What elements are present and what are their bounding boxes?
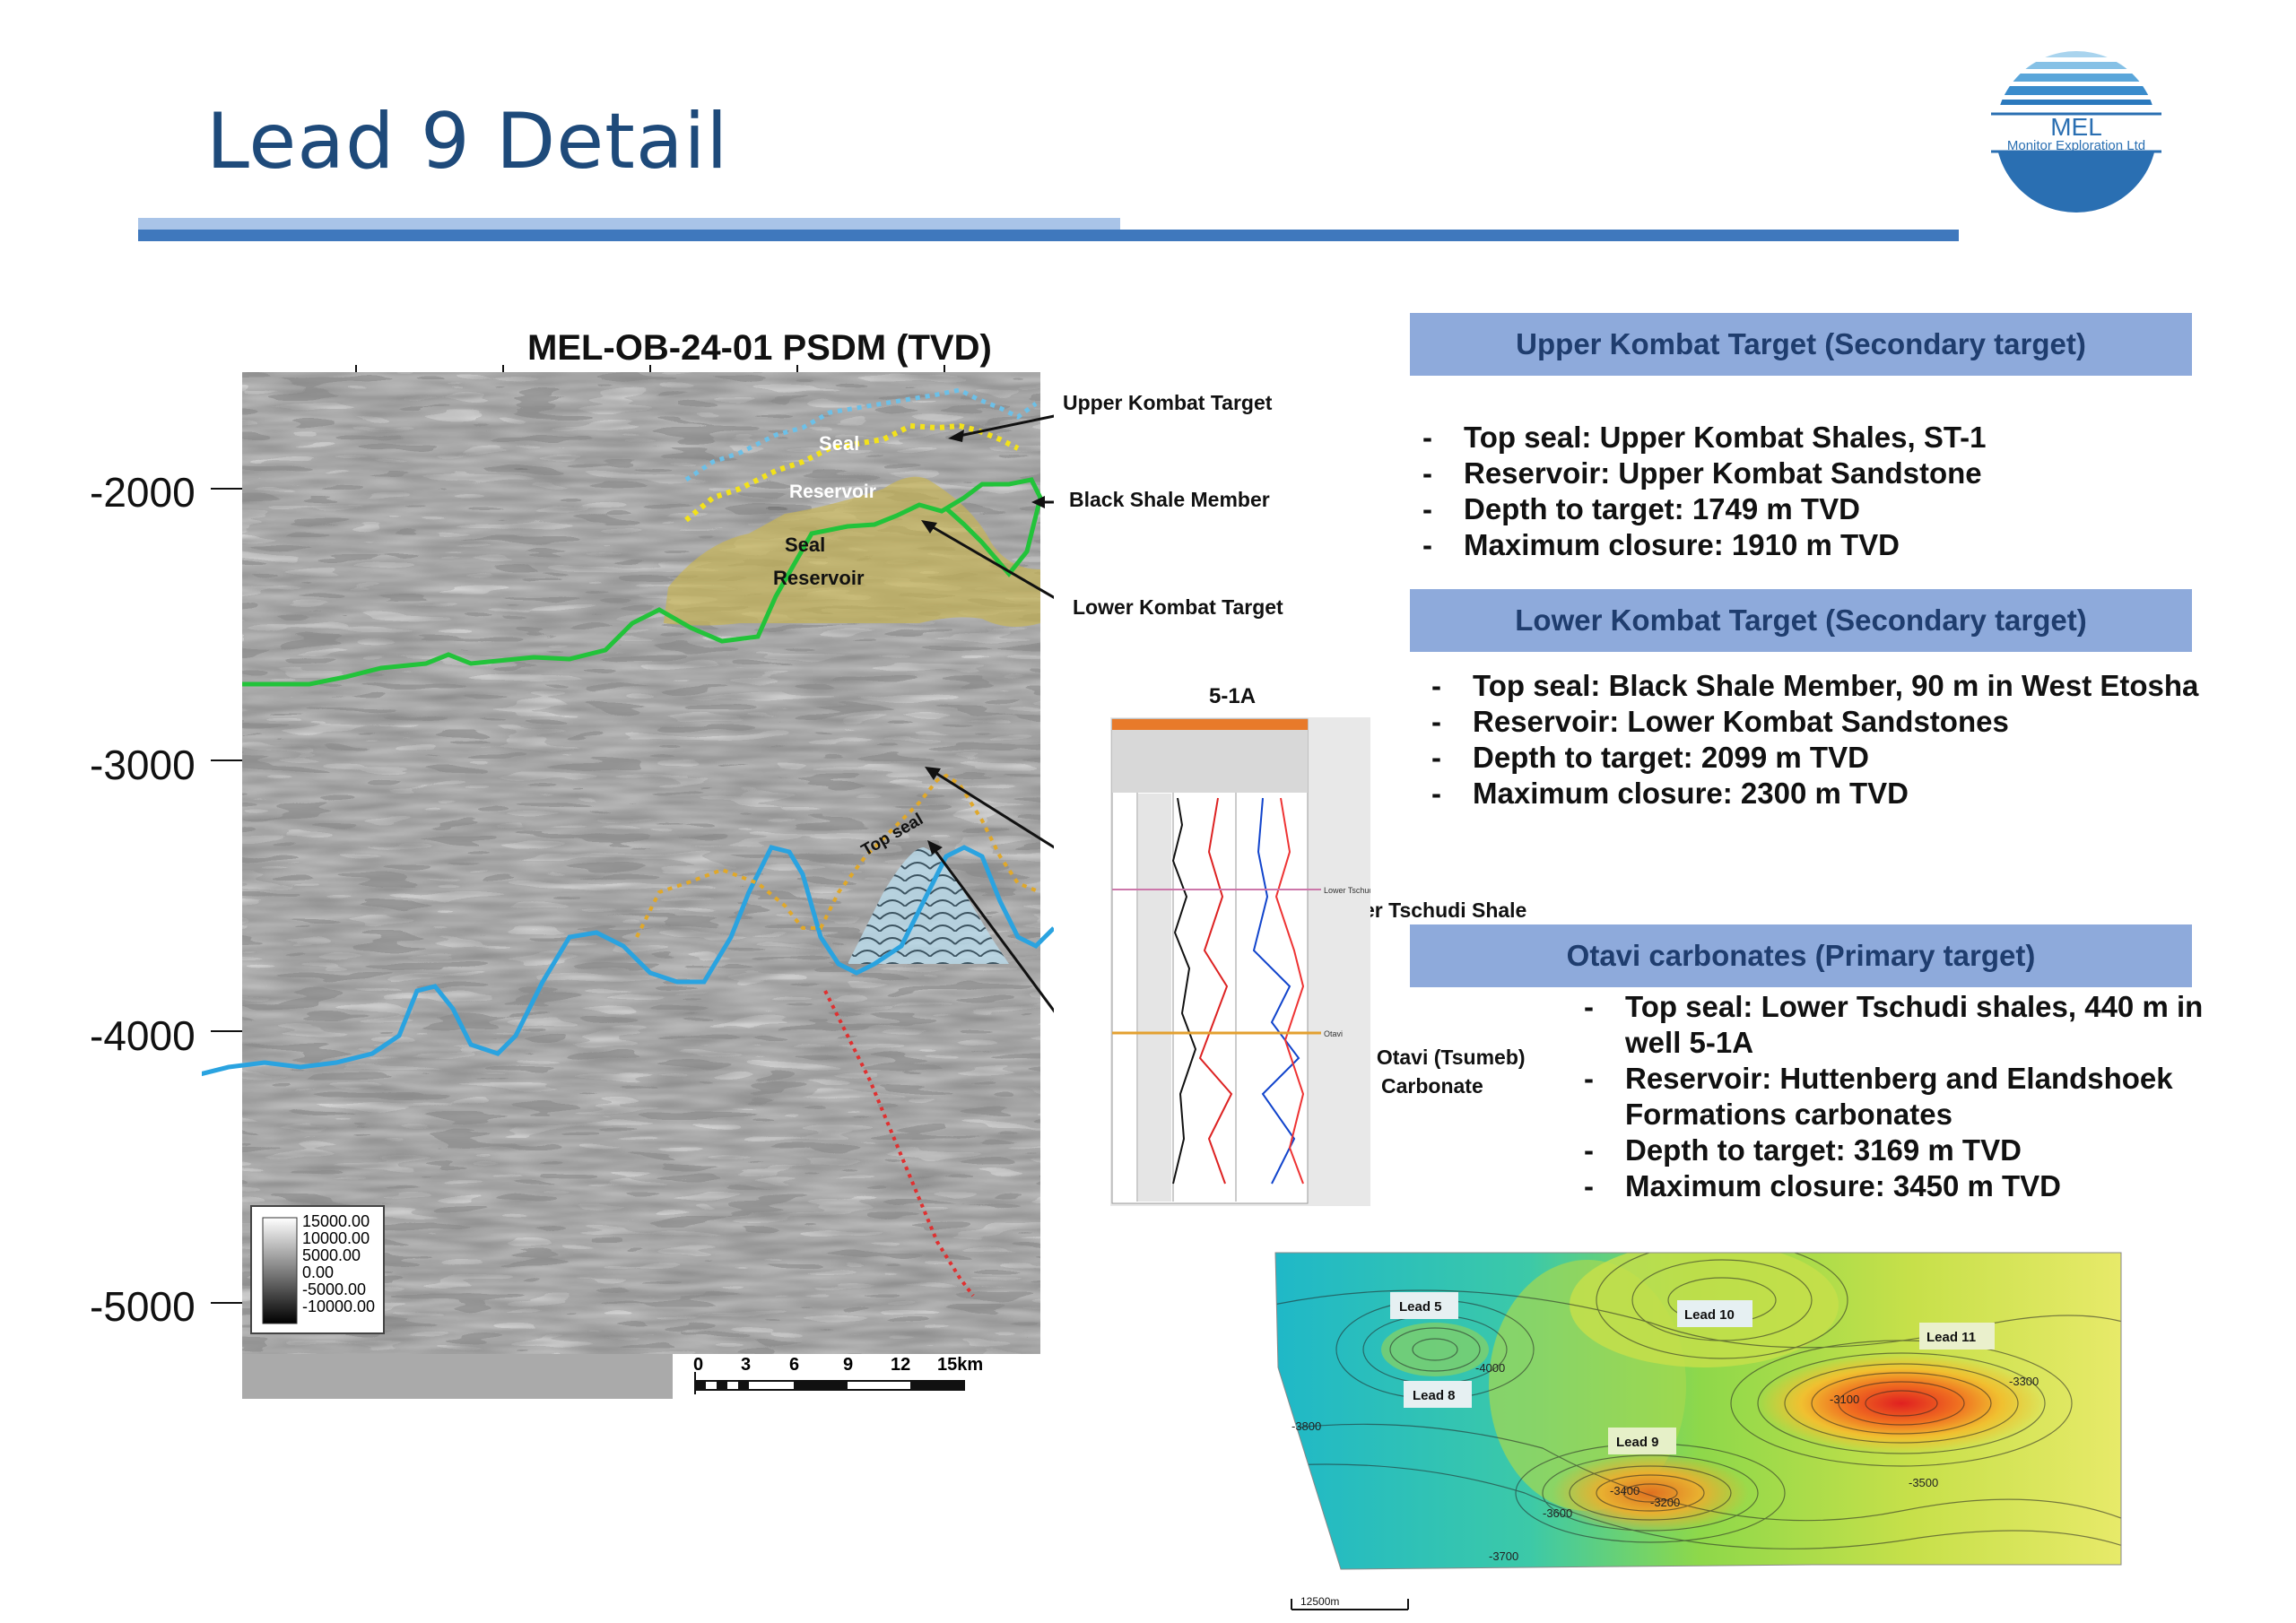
svg-text:9: 9 (843, 1355, 853, 1375)
panel-lower-kombat-list: - Top seal: Black Shale Member, 90 m in W… (1431, 668, 2266, 812)
annotation-top-otavi-carbonate: Carbonate (1381, 1074, 1483, 1098)
contour-label: -3100 (1830, 1393, 1859, 1406)
contour-label: -3400 (1610, 1484, 1639, 1497)
inline-label-seal: Seal (785, 534, 825, 556)
list-item: - Reservoir: Huttenberg and Elandshoek Fo… (1584, 1062, 2173, 1131)
map-scale-label: 12500m (1300, 1595, 1339, 1608)
map-lead-label: Lead 10 (1684, 1307, 1735, 1323)
title-underline-dark (138, 230, 1959, 241)
contour-label: -3600 (1543, 1506, 1572, 1520)
depth-structure-map: -3500 -3600 -3700 -3400 -3300 -3200 -310… (1274, 1252, 2122, 1610)
well-log-title: 5-1A (1209, 684, 1257, 708)
svg-text:-5000.00: -5000.00 (302, 1280, 366, 1298)
panel-upper-kombat-heading: Upper Kombat Target (Secondary target) (1410, 313, 2192, 376)
logo-company: Monitor Exploration Ltd (2007, 138, 2145, 153)
depth-tick-label: -5000 (90, 1283, 196, 1330)
list-item: - Top seal: Upper Kombat Shales, ST-1 (1422, 421, 1987, 454)
panel-lower-kombat-heading: Lower Kombat Target (Secondary target) (1410, 589, 2192, 652)
contour-label: -4000 (1475, 1361, 1505, 1375)
well-log-panel: Lower Tschudi Otavi (1110, 717, 1370, 1206)
annotation-lower-kombat: Lower Kombat Target (1073, 595, 1283, 619)
list-item: - Depth to target: 2099 m TVD (1431, 741, 1869, 774)
contour-label: -3300 (2009, 1375, 2039, 1388)
panel-upper-kombat-list: - Top seal: Upper Kombat Shales, ST-1 - Re… (1422, 420, 2230, 563)
annotation-upper-kombat: Upper Kombat Target (1063, 391, 1273, 414)
log-marker-lower-tschudi: Lower Tschudi (1324, 886, 1370, 895)
map-lead-label: Lead 11 (1926, 1330, 1976, 1345)
contour-label: -3500 (1909, 1476, 1938, 1489)
annotation-black-shale: Black Shale Member (1069, 488, 1270, 511)
seismic-section: 15000.00 10000.00 5000.00 0.00 -5000.00 … (202, 365, 1054, 1399)
map-lead-label: Lead 5 (1399, 1299, 1442, 1315)
list-item: - Top seal: Black Shale Member, 90 m in W… (1431, 669, 2199, 702)
depth-tick-label: -3000 (90, 742, 196, 788)
svg-text:5000.00: 5000.00 (302, 1246, 361, 1264)
list-item: - Top seal: Lower Tschudi shales, 440 m i… (1584, 990, 2204, 1059)
svg-text:3: 3 (741, 1355, 751, 1375)
contour-label: -3800 (1292, 1419, 1321, 1433)
svg-text:-10000.00: -10000.00 (302, 1298, 375, 1315)
inline-label-reservoir: Reservoir (773, 567, 865, 589)
list-item: - Depth to target: 3169 m TVD (1584, 1133, 2022, 1167)
svg-text:15km: 15km (937, 1355, 983, 1375)
inline-label-reservoir: Reservoir (789, 482, 876, 502)
logo-abbrev: MEL (2050, 113, 2102, 141)
list-item: - Reservoir: Lower Kombat Sandstones (1431, 705, 2009, 738)
list-item: - Reservoir: Upper Kombat Sandstone (1422, 456, 1982, 490)
panel-otavi-heading: Otavi carbonates (Primary target) (1410, 924, 2192, 987)
svg-text:10000.00: 10000.00 (302, 1229, 370, 1247)
svg-text:12: 12 (891, 1355, 910, 1375)
svg-text:0: 0 (693, 1355, 703, 1375)
panel-otavi-list: - Top seal: Lower Tschudi shales, 440 m i… (1584, 989, 2212, 1204)
page-title: Lead 9 Detail (206, 97, 729, 187)
svg-text:0.00: 0.00 (302, 1263, 334, 1281)
svg-text:6: 6 (789, 1355, 799, 1375)
list-item: - Depth to target: 1749 m TVD (1422, 492, 1860, 525)
inline-label-seal: Seal (819, 432, 859, 455)
list-item: - Maximum closure: 1910 m TVD (1422, 528, 1900, 561)
depth-tick-label: -2000 (90, 469, 196, 516)
log-marker-otavi: Otavi (1324, 1029, 1343, 1038)
svg-text:15000.00: 15000.00 (302, 1212, 370, 1230)
list-item: - Maximum closure: 2300 m TVD (1431, 777, 1909, 810)
depth-tick-label: -4000 (90, 1012, 196, 1059)
list-item: - Maximum closure: 3450 m TVD (1584, 1169, 2062, 1202)
distance-scale-bar: 0 3 6 9 12 15km (693, 1355, 983, 1394)
contour-label: -3700 (1489, 1549, 1518, 1563)
map-lead-label: Lead 9 (1616, 1435, 1659, 1450)
map-lead-label: Lead 8 (1413, 1388, 1456, 1403)
title-underline-light (138, 218, 1120, 230)
contour-label: -3200 (1650, 1496, 1680, 1509)
company-logo: MEL Monitor Exploration Ltd (1991, 51, 2161, 213)
